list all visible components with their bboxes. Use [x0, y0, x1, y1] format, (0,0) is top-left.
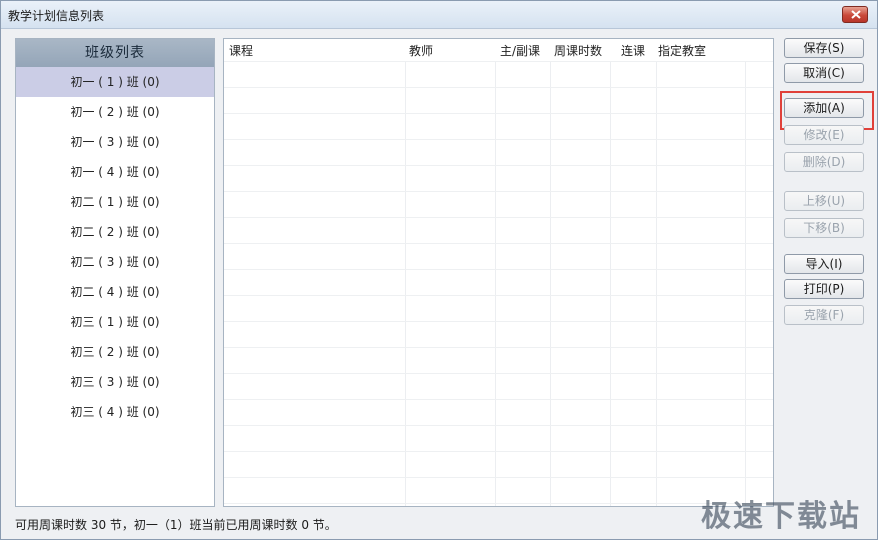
class-list-item[interactable]: 初三 ( 3 ) 班 (0) [16, 367, 214, 397]
grid-column-line [745, 61, 746, 506]
table-header: 课程 教师 主/副课 周课时数 连课 指定教室 [224, 39, 773, 61]
edit-button[interactable]: 修改(E) [784, 125, 864, 145]
grid-row-line [224, 243, 773, 244]
grid-row-line [224, 503, 773, 504]
column-header-classroom[interactable]: 指定教室 [658, 42, 706, 59]
grid-row-line [224, 61, 773, 62]
grid-column-line [550, 61, 551, 506]
class-list: 初一 ( 1 ) 班 (0) 初一 ( 2 ) 班 (0) 初一 ( 3 ) 班 (… [16, 67, 214, 427]
grid-row-line [224, 373, 773, 374]
class-list-item[interactable]: 初三 ( 4 ) 班 (0) [16, 397, 214, 427]
class-list-item[interactable]: 初二 ( 4 ) 班 (0) [16, 277, 214, 307]
grid-row-line [224, 139, 773, 140]
column-header-course[interactable]: 课程 [229, 42, 253, 59]
grid-column-line [495, 61, 496, 506]
delete-button[interactable]: 删除(D) [784, 152, 864, 172]
grid-row-line [224, 191, 773, 192]
column-header-teacher[interactable]: 教师 [409, 42, 433, 59]
grid-row-line [224, 477, 773, 478]
cancel-button[interactable]: 取消(C) [784, 63, 864, 83]
grid-row-line [224, 347, 773, 348]
grid-row-line [224, 295, 773, 296]
title-bar[interactable]: 教学计划信息列表 [1, 1, 877, 29]
plan-table[interactable]: 课程 教师 主/副课 周课时数 连课 指定教室 [223, 38, 774, 507]
watermark-logo: 极速下载站 [701, 499, 861, 534]
column-header-weekly-hours[interactable]: 周课时数 [554, 42, 602, 59]
class-list-item[interactable]: 初二 ( 1 ) 班 (0) [16, 187, 214, 217]
move-down-button[interactable]: 下移(B) [784, 218, 864, 238]
grid-row-line [224, 425, 773, 426]
column-header-consecutive[interactable]: 连课 [621, 42, 645, 59]
grid-row-line [224, 269, 773, 270]
class-list-item[interactable]: 初三 ( 2 ) 班 (0) [16, 337, 214, 367]
grid-column-line [656, 61, 657, 506]
print-button[interactable]: 打印(P) [784, 279, 864, 299]
grid-row-line [224, 321, 773, 322]
close-button[interactable] [842, 6, 868, 23]
class-list-item[interactable]: 初一 ( 3 ) 班 (0) [16, 127, 214, 157]
save-button[interactable]: 保存(S) [784, 38, 864, 58]
grid-row-line [224, 87, 773, 88]
grid-column-line [610, 61, 611, 506]
add-button[interactable]: 添加(A) [784, 98, 864, 118]
grid-column-line [405, 61, 406, 506]
close-icon [851, 10, 861, 19]
grid-row-line [224, 217, 773, 218]
class-list-item[interactable]: 初二 ( 3 ) 班 (0) [16, 247, 214, 277]
dialog-window: 教学计划信息列表 班级列表 初一 ( 1 ) 班 (0) 初一 ( 2 ) 班 (… [0, 0, 878, 540]
import-button[interactable]: 导入(I) [784, 254, 864, 274]
class-list-item[interactable]: 初二 ( 2 ) 班 (0) [16, 217, 214, 247]
class-list-item[interactable]: 初三 ( 1 ) 班 (0) [16, 307, 214, 337]
class-list-item[interactable]: 初一 ( 1 ) 班 (0) [16, 67, 214, 97]
grid-row-line [224, 399, 773, 400]
clone-button[interactable]: 克隆(F) [784, 305, 864, 325]
class-list-item[interactable]: 初一 ( 2 ) 班 (0) [16, 97, 214, 127]
class-list-panel: 班级列表 初一 ( 1 ) 班 (0) 初一 ( 2 ) 班 (0) 初一 ( 3 … [15, 38, 215, 507]
class-list-header: 班级列表 [16, 39, 214, 67]
grid-row-line [224, 451, 773, 452]
column-header-main-sub[interactable]: 主/副课 [500, 42, 540, 59]
window-title: 教学计划信息列表 [8, 9, 105, 23]
move-up-button[interactable]: 上移(U) [784, 191, 864, 211]
class-list-item[interactable]: 初一 ( 4 ) 班 (0) [16, 157, 214, 187]
status-text: 可用周课时数 30 节，初一（1）班当前已用周课时数 0 节。 [15, 518, 337, 532]
grid-row-line [224, 113, 773, 114]
grid-row-line [224, 165, 773, 166]
